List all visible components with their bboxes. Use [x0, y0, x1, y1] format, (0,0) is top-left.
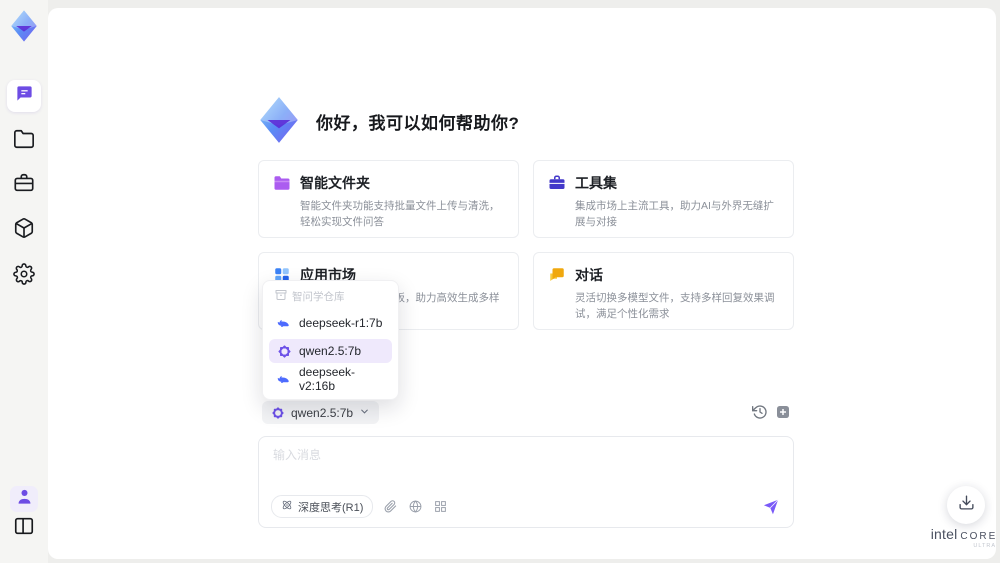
deep-think-toggle[interactable]: 深度思考(R1) — [271, 495, 374, 518]
sidebar-item-folders[interactable] — [13, 128, 35, 155]
model-dropdown-header: 智问学仓库 — [269, 288, 392, 311]
package-icon — [13, 217, 35, 244]
history-icon — [752, 405, 768, 424]
gear-icon — [13, 262, 35, 290]
model-selector-button[interactable]: qwen2.5:7b — [262, 401, 380, 424]
greeting-text: 你好，我可以如何帮助你? — [316, 114, 520, 133]
intel-core-badge: intel CORE ULTRA — [926, 526, 1000, 549]
model-dropdown-header-label: 智问学仓库 — [292, 291, 345, 303]
sidebar-item-models[interactable] — [13, 217, 35, 244]
model-option-label: qwen2.5:7b — [299, 344, 362, 358]
web-search-button[interactable] — [409, 499, 423, 514]
download-icon — [958, 494, 975, 516]
deepseek-icon — [277, 372, 292, 387]
panels-icon — [13, 515, 35, 542]
chevron-down-icon — [359, 406, 370, 420]
composer-toolbar: 深度思考(R1) — [271, 495, 780, 518]
toolbox-icon — [13, 172, 35, 199]
card-description: 智能文件夹功能支持批量文件上传与清洗，轻松实现文件问答 — [300, 200, 500, 229]
atom-icon — [281, 499, 293, 514]
qwen-icon — [277, 344, 292, 359]
new-chat-icon — [775, 406, 791, 424]
message-input[interactable] — [273, 446, 773, 486]
new-chat-button[interactable] — [775, 404, 791, 420]
download-button[interactable] — [947, 486, 985, 524]
model-option-label: deepseek-v2:16b — [299, 365, 356, 393]
archive-icon — [275, 289, 287, 304]
card-dialog[interactable]: 对话 灵活切换多模型文件，支持多样回复效果调试，满足个性化需求 — [533, 252, 794, 330]
send-button[interactable] — [762, 498, 780, 516]
dialog-icon — [548, 266, 566, 284]
greeting-logo-icon — [254, 95, 304, 145]
model-option-deepseek-v2[interactable]: deepseek-v2:16b — [269, 365, 392, 393]
deepseek-icon — [277, 316, 292, 331]
toolbox-icon — [548, 174, 566, 192]
model-dropdown: 智问学仓库 deepseek-r1:7b qwen2.5:7b deepseek… — [262, 280, 399, 400]
model-option-deepseek-r1[interactable]: deepseek-r1:7b — [269, 311, 392, 335]
sidebar — [0, 0, 48, 563]
deep-think-label: 深度思考(R1) — [298, 501, 364, 514]
templates-button[interactable] — [434, 500, 448, 514]
model-option-qwen[interactable]: qwen2.5:7b — [269, 339, 392, 363]
card-smart-folder[interactable]: 智能文件夹 智能文件夹功能支持批量文件上传与清洗，轻松实现文件问答 — [258, 160, 519, 238]
sidebar-item-account[interactable] — [10, 486, 38, 512]
attach-button[interactable] — [384, 499, 398, 514]
folder-icon — [13, 128, 35, 155]
model-option-label: deepseek-r1:7b — [299, 316, 383, 330]
composer: 深度思考(R1) — [258, 436, 794, 528]
sidebar-item-settings[interactable] — [13, 262, 35, 290]
app-logo-icon — [7, 8, 41, 44]
history-button[interactable] — [752, 404, 768, 420]
folder-icon — [273, 174, 291, 192]
card-title: 对话 — [575, 267, 603, 283]
sidebar-item-panels[interactable] — [13, 517, 35, 539]
card-toolset[interactable]: 工具集 集成市场上主流工具，助力AI与外界无缝扩展与对接 — [533, 160, 794, 238]
sidebar-item-chat[interactable] — [7, 80, 41, 112]
model-selector-label: qwen2.5:7b — [291, 405, 354, 420]
card-description: 集成市场上主流工具，助力AI与外界无缝扩展与对接 — [575, 200, 774, 229]
sidebar-item-toolbox[interactable] — [13, 172, 35, 199]
card-description: 灵活切换多模型文件，支持多样回复效果调试，满足个性化需求 — [575, 292, 775, 321]
core-wordmark: CORE — [960, 531, 998, 542]
card-title: 工具集 — [575, 175, 617, 191]
chat-icon — [15, 84, 34, 108]
ultra-label: ULTRA — [973, 543, 996, 549]
card-title: 智能文件夹 — [300, 175, 370, 191]
intel-wordmark: intel — [930, 526, 958, 542]
qwen-icon — [271, 406, 285, 420]
user-icon — [15, 487, 34, 511]
